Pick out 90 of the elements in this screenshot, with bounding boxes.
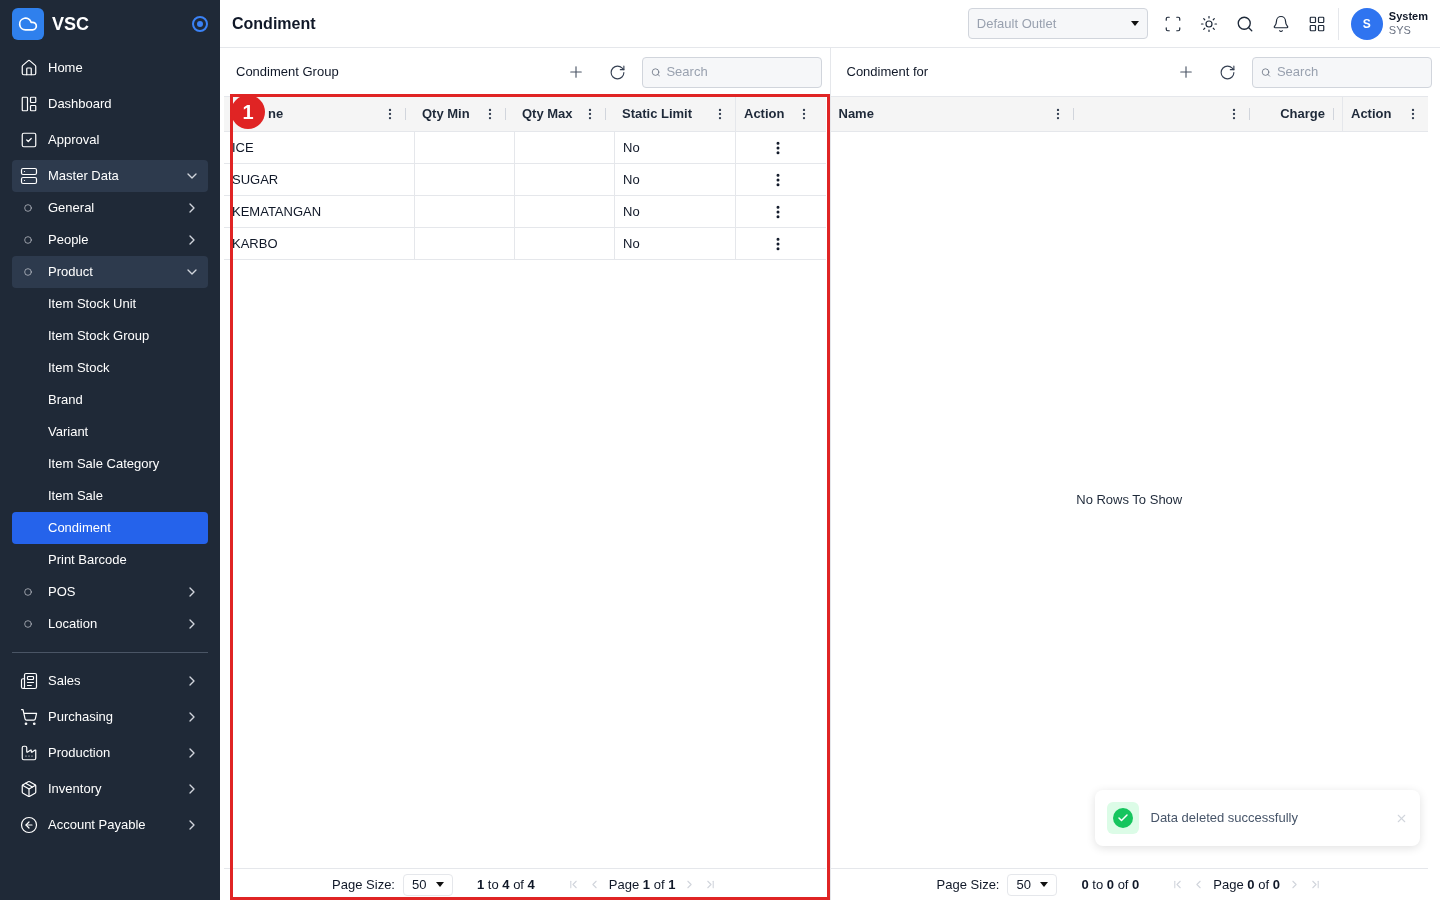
search-input[interactable]: Search	[1276, 62, 1423, 82]
sidebar-item[interactable]: Account Payable	[12, 809, 208, 841]
sidebar-item[interactable]: Item Sale Category	[12, 448, 208, 480]
fullscreen-icon[interactable]	[1163, 14, 1182, 33]
sidebar-toggle-icon[interactable]	[192, 16, 208, 32]
column-header[interactable]: Charge	[1280, 104, 1325, 124]
home-icon	[20, 59, 38, 77]
sidebar-item[interactable]: Purchasing	[12, 701, 208, 733]
table-cell-text: SUGAR	[232, 170, 279, 189]
page-size-select[interactable]: 50	[403, 873, 453, 896]
toast-message: Data deleted successfully	[1150, 809, 1299, 828]
circle-icon	[24, 236, 32, 244]
sidebar-item[interactable]: Master Data	[12, 160, 208, 192]
sidebar-item[interactable]: Variant	[12, 416, 208, 448]
sidebar-item[interactable]: Sales	[12, 665, 208, 697]
brand-name: VSC	[52, 13, 90, 36]
search-icon[interactable]	[1235, 14, 1254, 33]
sidebar-item[interactable]: Dashboard	[12, 88, 208, 120]
sidebar-item[interactable]: Production	[12, 737, 208, 769]
column-header[interactable]: Name	[838, 104, 1047, 124]
table-cell-text: KEMATANGAN	[232, 202, 322, 221]
column-header[interactable]: ne	[268, 104, 379, 124]
sidebar-item[interactable]: Location	[12, 608, 208, 640]
circle-icon	[24, 268, 32, 276]
circle-icon	[24, 204, 32, 212]
cart-icon	[20, 708, 38, 726]
box-icon	[20, 780, 38, 798]
logo-icon	[12, 8, 44, 40]
panel-title: Condiment Group	[235, 63, 340, 82]
table-cell-text: KARBO	[232, 234, 278, 253]
row-range: 0 to 0 of 0	[1081, 875, 1140, 894]
table-cell-text: ICE	[232, 138, 254, 157]
page-size-label: Page Size:	[936, 875, 1000, 894]
search-field[interactable]: Search	[1252, 56, 1432, 88]
column-header[interactable]: Qty Min	[422, 104, 479, 124]
sidebar-item[interactable]: Item Stock	[12, 352, 208, 384]
search-icon	[650, 66, 661, 78]
table-cell-text: No	[623, 138, 640, 157]
refresh-icon[interactable]	[608, 63, 626, 81]
sidebar-item[interactable]: General	[12, 192, 208, 224]
column-header[interactable]: Action	[744, 104, 793, 124]
user-code: SYS	[1388, 23, 1412, 38]
column-header[interactable]: Qty Max	[522, 104, 579, 124]
factory-icon	[20, 744, 38, 762]
empty-message: No Rows To Show	[1076, 491, 1183, 510]
bell-icon[interactable]	[1271, 14, 1290, 33]
page-indicator: Page 1 of 1	[608, 875, 676, 894]
sidebar-item[interactable]: Brand	[12, 384, 208, 416]
sidebar-item[interactable]: POS	[12, 576, 208, 608]
row-range: 1 to 4 of 4	[477, 875, 535, 894]
sidebar-item[interactable]: Item Stock Group	[12, 320, 208, 352]
search-field[interactable]: Search	[641, 56, 822, 88]
apps-icon[interactable]	[1307, 14, 1326, 33]
table-cell-text: No	[623, 170, 640, 189]
column-header[interactable]: Action	[1351, 104, 1402, 124]
search-icon	[1261, 66, 1271, 78]
circle-icon	[24, 620, 32, 628]
sidebar-item[interactable]: Item Sale	[12, 480, 208, 512]
panel-title: Condiment for	[845, 63, 930, 82]
column-header[interactable]: Static Limit	[622, 104, 709, 124]
server-icon	[20, 167, 38, 185]
page-indicator: Page 0 of 0	[1213, 875, 1280, 894]
caret-down-icon	[1040, 882, 1049, 887]
table-cell-text: No	[623, 234, 640, 253]
list-icon	[20, 672, 38, 690]
table-cell-text: No	[623, 202, 640, 221]
sidebar-item[interactable]: Approval	[12, 124, 208, 156]
page-size-select[interactable]: 50	[1007, 873, 1058, 896]
search-input[interactable]: Search	[666, 62, 813, 82]
user-name: System	[1388, 9, 1428, 24]
page-size-label: Page Size:	[332, 875, 395, 894]
add-icon[interactable]	[1177, 63, 1195, 81]
caret-down-icon	[1130, 21, 1139, 26]
user-avatar[interactable]: S	[1350, 7, 1383, 40]
sidebar-item[interactable]: Inventory	[12, 773, 208, 805]
sidebar-item[interactable]: Print Barcode	[12, 544, 208, 576]
checkbox-icon	[20, 131, 38, 149]
sun-icon[interactable]	[1199, 14, 1218, 33]
circle-icon	[24, 588, 32, 596]
sidebar-item[interactable]: People	[12, 224, 208, 256]
success-icon	[1106, 802, 1139, 834]
sidebar-item[interactable]: Product	[12, 256, 208, 288]
arrow-circle-icon	[20, 816, 38, 834]
sidebar-item[interactable]: Item Stock Unit	[12, 288, 208, 320]
page-title: Condiment	[232, 13, 317, 34]
sidebar-item[interactable]: Home	[12, 52, 208, 84]
sidebar-item[interactable]: Condiment	[12, 512, 208, 544]
dashboard-icon	[20, 95, 38, 113]
caret-down-icon	[436, 882, 444, 887]
refresh-icon[interactable]	[1219, 63, 1236, 81]
